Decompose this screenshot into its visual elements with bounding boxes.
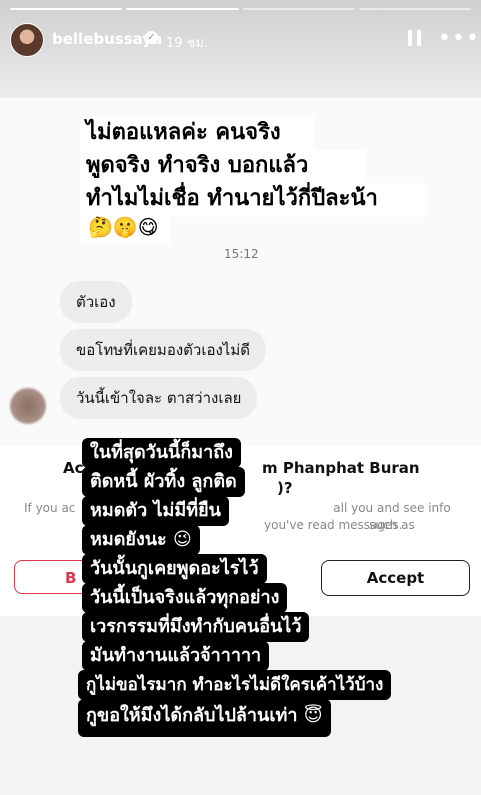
verified-badge-icon: ✓ <box>145 31 158 44</box>
request-title-start: Ac <box>63 459 84 477</box>
caption-line: ทำไมไม่เชื่อ ทำนายไว้กี่ปีละน้า <box>86 186 378 211</box>
caption-line: พูดจริง ทำจริง บอกแล้ว <box>86 153 309 178</box>
overlay-text-line: หมดยังนะ 😉 <box>82 525 200 555</box>
overlay-text-line: หมดตัว ไม่มีที่ยืน <box>82 496 229 526</box>
message-bubble: ขอโทษที่เคยมองตัวเองไม่ดี <box>60 329 266 371</box>
request-desc-line2: you've read messages. <box>264 518 403 532</box>
request-title-name: m Phanphat Buran <box>262 459 420 477</box>
progress-segment <box>10 8 123 10</box>
progress-segment <box>126 8 239 10</box>
pause-icon[interactable] <box>408 30 422 46</box>
request-title-end: )? <box>277 479 293 497</box>
story-header <box>0 0 481 98</box>
overlay-text-line: มันทำงานแล้วจ้าาาาา <box>82 641 270 671</box>
chat-timestamp: 15:12 <box>224 247 259 261</box>
overlay-text-line: กูขอให้มึงได้กลับไปล้านเท่า 😇 <box>78 699 331 737</box>
caption-emojis: 🤔🤫😋 <box>88 215 159 239</box>
accept-button[interactable]: Accept <box>321 560 470 596</box>
overlay-text-line: ติดหนี้ ผัวทิ้ง ลูกติด <box>82 467 245 497</box>
message-bubble: ตัวเอง <box>60 281 132 323</box>
progress-segment <box>242 8 355 10</box>
more-options-icon[interactable]: ••• <box>438 26 480 51</box>
post-time: 19 ชม. <box>166 36 209 51</box>
overlay-text-line: ในที่สุดวันนี้ก็มาถึง <box>82 438 241 468</box>
overlay-text-line: เวรกรรมที่มึงทำกับคนอื่นไว้ <box>82 612 310 642</box>
avatar[interactable] <box>10 23 44 57</box>
progress-segment <box>358 8 471 10</box>
overlay-text-line: วันนั้นกูเคยพูดอะไรไว้ <box>82 554 267 584</box>
overlay-text-line: กูไม่ขอไรมาก ทำอะไรไม่ดีใครเค้าไว้บ้าง <box>78 670 392 700</box>
caption-line: ไม่ตอแหลค่ะ คนจริง <box>86 120 281 145</box>
sender-avatar <box>10 388 46 424</box>
message-bubble: วันนี้เข้าใจละ ตาสว่างเลย <box>60 377 258 419</box>
request-desc-start: If you ac <box>24 501 76 515</box>
story-progress <box>10 8 471 10</box>
overlay-text-line: วันนี้เป็นจริงแล้วทุกอย่าง <box>82 583 288 613</box>
